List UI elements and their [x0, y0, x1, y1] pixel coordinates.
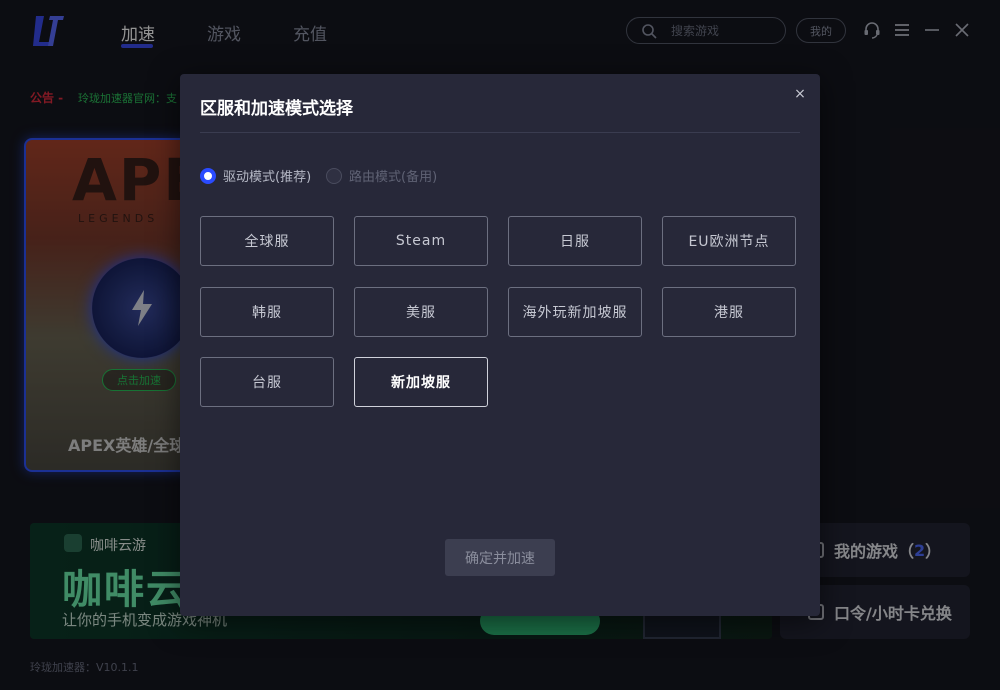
mode-radio-router[interactable]: 路由模式(备用): [326, 166, 437, 185]
mode-radio-driver[interactable]: 驱动模式(推荐): [200, 166, 311, 185]
dialog-divider: [200, 132, 800, 133]
region-button-overseas-singapore[interactable]: 海外玩新加坡服: [508, 287, 642, 337]
radio-unchecked-icon: [326, 167, 342, 184]
region-button-steam[interactable]: Steam: [354, 216, 488, 266]
region-button-singapore[interactable]: 新加坡服: [354, 357, 488, 407]
region-button-taiwan[interactable]: 台服: [200, 357, 334, 407]
region-button-global[interactable]: 全球服: [200, 216, 334, 266]
radio-checked-icon: [200, 167, 216, 184]
mode-label-driver: 驱动模式(推荐): [223, 170, 312, 185]
confirm-accelerate-button[interactable]: 确定并加速: [445, 539, 555, 576]
dialog-title: 区服和加速模式选择: [200, 99, 353, 119]
region-button-japan[interactable]: 日服: [508, 216, 642, 266]
region-button-hongkong[interactable]: 港服: [662, 287, 796, 337]
region-button-us[interactable]: 美服: [354, 287, 488, 337]
mode-label-router: 路由模式(备用): [349, 170, 438, 185]
region-mode-dialog: 区服和加速模式选择 × 驱动模式(推荐) 路由模式(备用) 全球服 Steam …: [180, 74, 820, 616]
region-button-korea[interactable]: 韩服: [200, 287, 334, 337]
region-button-eu[interactable]: EU欧洲节点: [662, 216, 796, 266]
close-icon[interactable]: ×: [792, 86, 808, 102]
